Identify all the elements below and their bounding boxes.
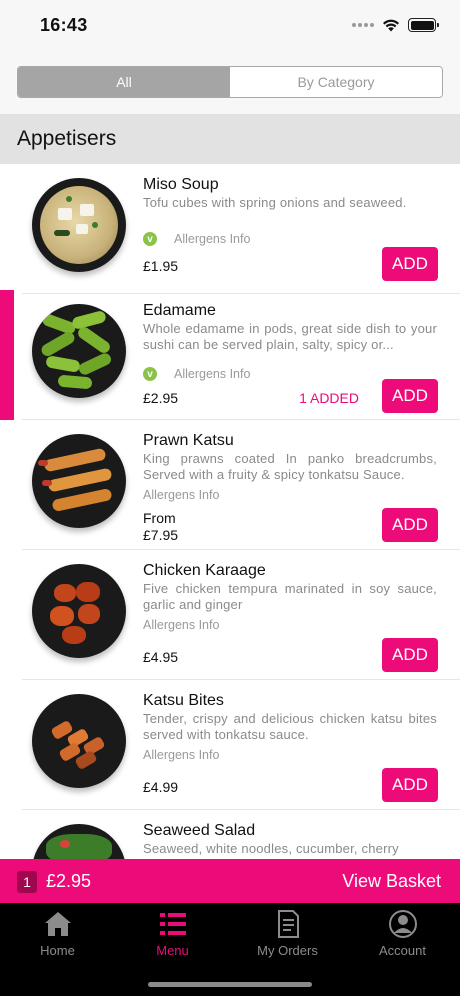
miso-soup-image (32, 178, 126, 272)
vegetarian-icon: v (143, 232, 157, 246)
item-price: £4.99 (143, 779, 179, 795)
tab-bar: Home Menu My Orders Account (0, 903, 460, 996)
allergens-row[interactable]: v Allergens Info (143, 232, 250, 246)
item-name: Miso Soup (143, 176, 219, 193)
item-name: Prawn Katsu (143, 432, 234, 449)
katsu-bites-image (32, 694, 126, 788)
allergens-info-link[interactable]: Allergens Info (143, 488, 219, 502)
view-basket-button[interactable]: View Basket (342, 871, 441, 892)
add-button[interactable]: ADD (382, 638, 438, 672)
add-button[interactable]: ADD (382, 247, 438, 281)
menu-list-icon (159, 913, 186, 935)
allergens-info-link[interactable]: Allergens Info (174, 232, 250, 246)
item-description: King prawns coated In panko breadcrumbs,… (143, 451, 437, 482)
status-bar: 16:43 (0, 0, 460, 50)
basket-total: £2.95 (46, 871, 92, 891)
edamame-image (32, 304, 126, 398)
allergens-info-link[interactable]: Allergens Info (143, 618, 219, 632)
status-time: 16:43 (40, 15, 88, 35)
battery-icon (408, 18, 439, 32)
allergens-row[interactable]: Allergens Info (143, 488, 219, 502)
tab-account-label: Account (379, 943, 426, 958)
basket-bar[interactable]: 1 £2.95 View Basket (0, 859, 460, 903)
view-segmented-control: All By Category (17, 66, 443, 98)
section-header: Appetisers (0, 114, 460, 164)
menu-item-chicken-karaage[interactable]: Chicken Karaage Five chicken tempura mar… (0, 550, 460, 680)
item-price: £1.95 (143, 258, 179, 274)
item-description: Whole edamame in pods, great side dish t… (143, 321, 437, 352)
tab-menu-label: Menu (156, 943, 189, 958)
item-description: Five chicken tempura marinated in soy sa… (143, 581, 437, 612)
cellular-signal-icon (352, 23, 374, 27)
segment-by-category[interactable]: By Category (230, 67, 442, 97)
item-price: £4.95 (143, 649, 179, 665)
tab-home[interactable]: Home (0, 909, 115, 965)
item-name: Edamame (143, 302, 216, 319)
allergens-row[interactable]: v Allergens Info (143, 367, 250, 381)
status-icons (352, 16, 439, 34)
added-count-label: 1 ADDED (299, 390, 359, 406)
add-button[interactable]: ADD (382, 768, 438, 802)
tab-my-orders[interactable]: My Orders (230, 909, 345, 965)
home-icon (44, 912, 71, 936)
menu-list: Miso Soup Tofu cubes with spring onions … (0, 164, 460, 859)
item-price: £2.95 (143, 390, 179, 406)
tab-account[interactable]: Account (345, 909, 460, 965)
chicken-karaage-image (32, 564, 126, 658)
item-price-prefix: From (143, 510, 176, 526)
account-icon (388, 910, 417, 938)
selected-indicator (0, 290, 14, 420)
menu-item-edamame[interactable]: Edamame Whole edamame in pods, great sid… (0, 290, 460, 420)
seaweed-salad-image (32, 824, 126, 859)
allergens-row[interactable]: Allergens Info (143, 748, 219, 762)
menu-item-miso-soup[interactable]: Miso Soup Tofu cubes with spring onions … (0, 164, 460, 294)
allergens-info-link[interactable]: Allergens Info (143, 748, 219, 762)
add-button[interactable]: ADD (382, 508, 438, 542)
item-description: Tofu cubes with spring onions and seawee… (143, 195, 407, 210)
item-description: Seaweed, white noodles, cucumber, cherry (143, 841, 399, 856)
segment-all[interactable]: All (18, 67, 230, 97)
receipt-icon (277, 910, 299, 938)
menu-item-katsu-bites[interactable]: Katsu Bites Tender, crispy and delicious… (0, 680, 460, 810)
vegetarian-icon: v (143, 367, 157, 381)
add-button[interactable]: ADD (382, 379, 438, 413)
item-description: Tender, crispy and delicious chicken kat… (143, 711, 437, 742)
allergens-row[interactable]: Allergens Info (143, 618, 219, 632)
menu-item-seaweed-salad[interactable]: Seaweed Salad Seaweed, white noodles, cu… (0, 810, 460, 859)
allergens-info-link[interactable]: Allergens Info (174, 367, 250, 381)
home-indicator (148, 982, 312, 987)
filter-area: All By Category (0, 50, 460, 114)
item-price: £7.95 (143, 527, 179, 543)
item-name: Chicken Karaage (143, 562, 266, 579)
item-name: Seaweed Salad (143, 822, 256, 839)
item-name: Katsu Bites (143, 692, 224, 709)
section-title: Appetisers (17, 127, 117, 150)
tab-menu[interactable]: Menu (115, 909, 230, 965)
tab-home-label: Home (40, 943, 75, 958)
menu-item-prawn-katsu[interactable]: Prawn Katsu King prawns coated In panko … (0, 420, 460, 550)
basket-count-badge: 1 (17, 871, 37, 893)
tab-my-orders-label: My Orders (257, 943, 318, 958)
wifi-icon (383, 19, 399, 32)
prawn-katsu-image (32, 434, 126, 528)
